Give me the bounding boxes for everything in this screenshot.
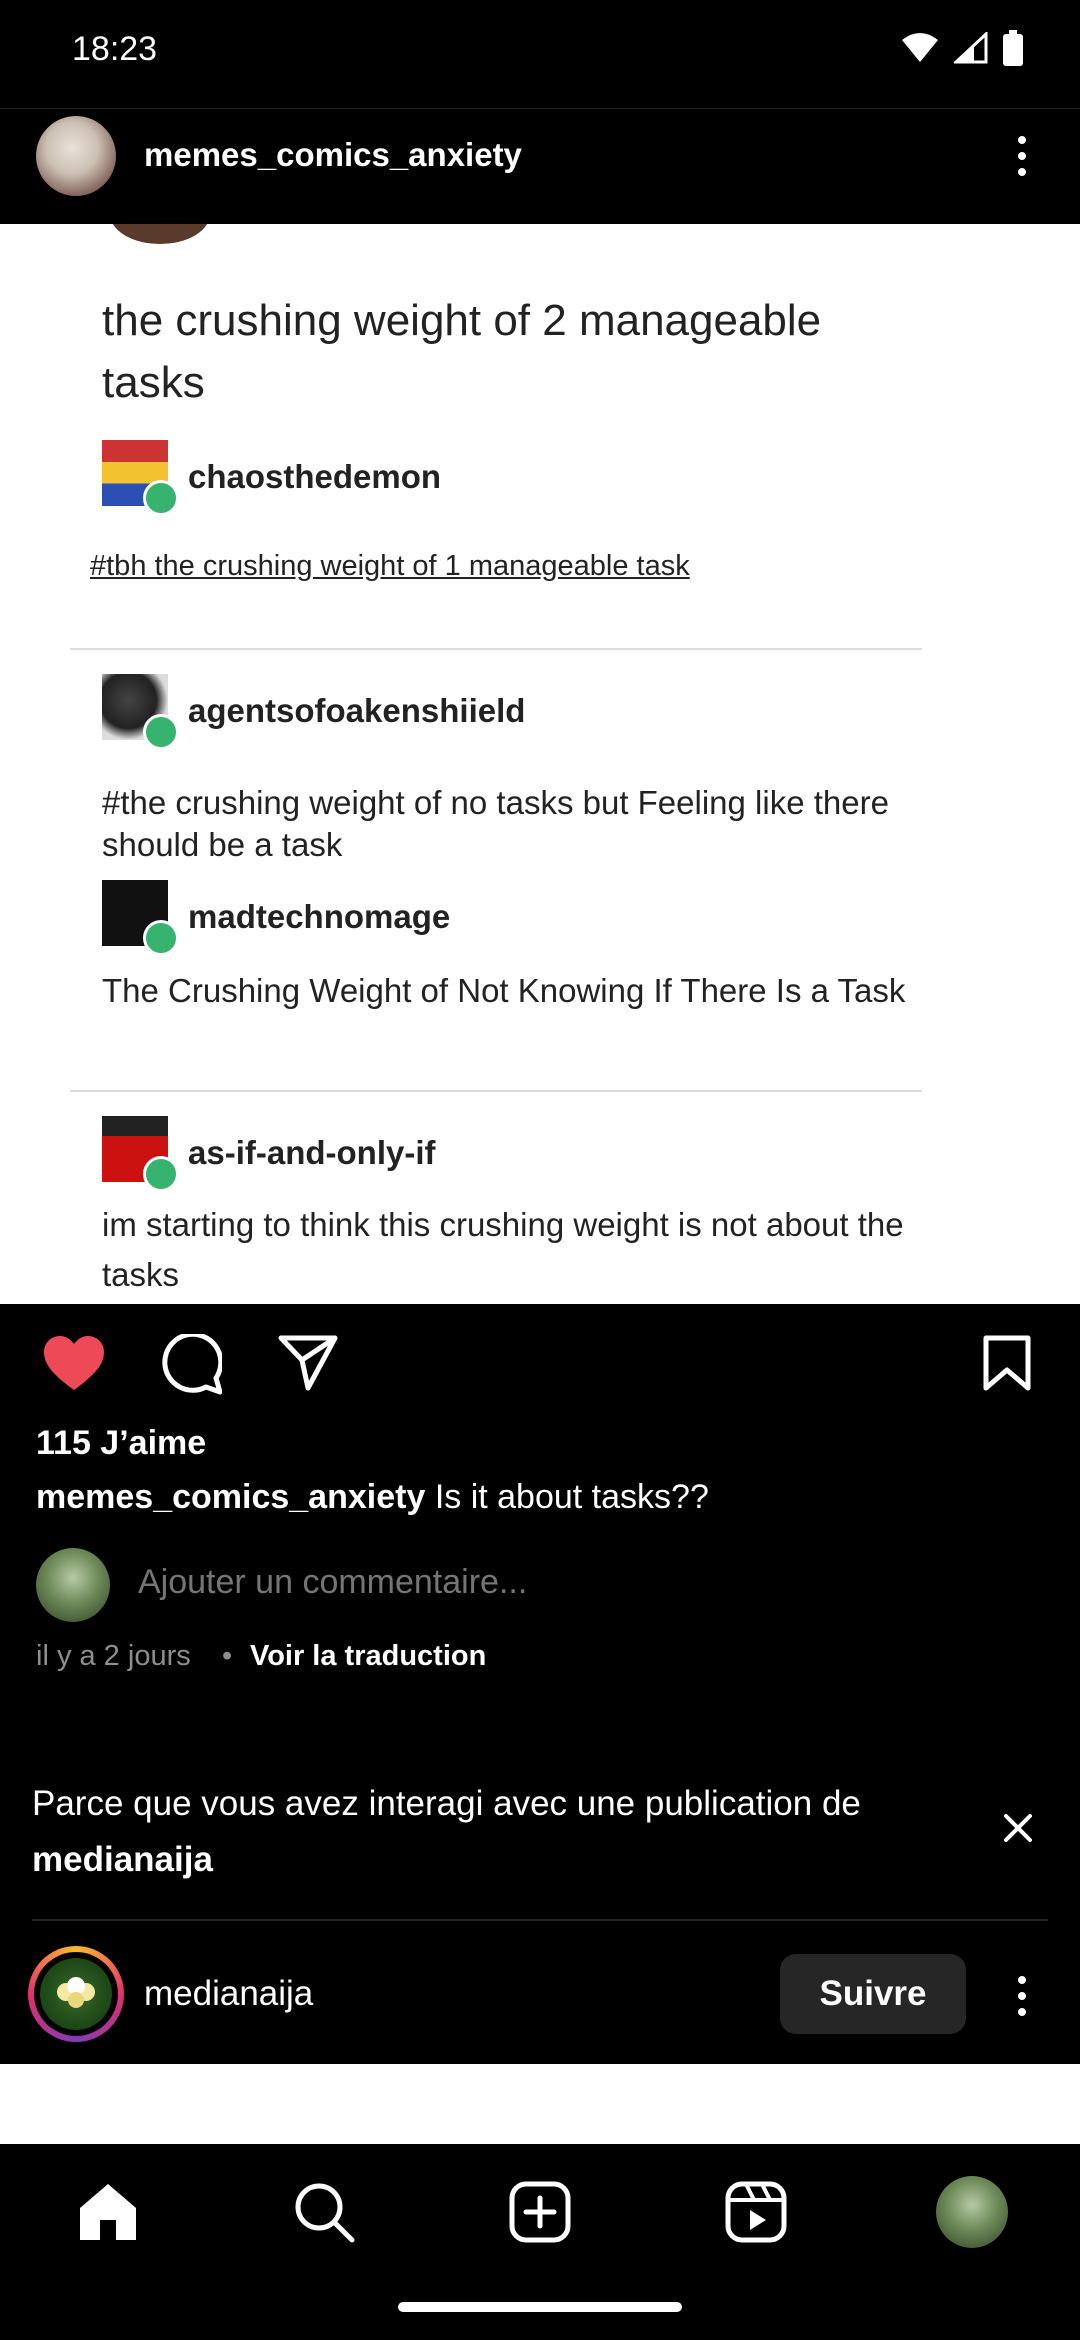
likes-count[interactable]: 115 J’aime xyxy=(36,1424,206,1463)
next-post-preview xyxy=(0,2064,1080,2144)
logo-icon xyxy=(57,1977,95,2008)
heart-icon[interactable] xyxy=(42,1334,106,1392)
reblog-username: madtechnomage xyxy=(188,898,451,935)
comment-icon[interactable] xyxy=(160,1334,222,1396)
suggested-username[interactable]: medianaija xyxy=(144,1974,313,2014)
reblog-text: #the crushing weight of no tasks but Fee… xyxy=(102,784,889,863)
gesture-handle[interactable] xyxy=(398,2302,682,2312)
see-translation-link[interactable]: Voir la traduction xyxy=(250,1640,486,1673)
divider xyxy=(70,1090,922,1092)
signal-icon xyxy=(954,32,988,64)
top-avatar-fragment xyxy=(110,224,210,244)
reblog-username: chaosthedemon xyxy=(188,458,442,495)
divider xyxy=(70,648,922,650)
search-icon[interactable] xyxy=(292,2180,356,2244)
more-options-icon[interactable] xyxy=(1010,132,1034,180)
more-options-icon[interactable] xyxy=(1010,1972,1034,2020)
reblog-badge-icon xyxy=(143,480,179,516)
post-timestamp: il y a 2 jours xyxy=(36,1640,191,1672)
share-icon[interactable] xyxy=(278,1334,338,1392)
suggestion-text: Parce que vous avez interagi avec une pu… xyxy=(32,1784,861,1823)
caption-username[interactable]: memes_comics_anxiety xyxy=(36,1478,425,1516)
reblog-badge-icon xyxy=(143,714,179,750)
close-icon[interactable] xyxy=(998,1808,1038,1848)
follow-button[interactable]: Suivre xyxy=(780,1954,966,2034)
reblog-badge-icon xyxy=(143,920,179,956)
image-title: the crushing weight of 2 manageable task… xyxy=(102,296,822,407)
create-icon[interactable] xyxy=(508,2180,572,2244)
status-icons xyxy=(900,30,1024,66)
avatar[interactable] xyxy=(40,1958,112,2030)
suggestion-reason: Parce que vous avez interagi avec une pu… xyxy=(32,1776,932,1888)
separator-dot: • xyxy=(222,1640,233,1672)
reblog-username: agentsofoakenshiield xyxy=(188,692,526,729)
suggestion-source-user[interactable]: medianaija xyxy=(32,1840,213,1879)
reels-icon[interactable] xyxy=(724,2180,788,2244)
profile-avatar[interactable] xyxy=(936,2176,1008,2248)
reblog-badge-icon xyxy=(143,1156,179,1192)
caption-text: Is it about tasks?? xyxy=(434,1478,709,1516)
current-user-avatar xyxy=(36,1548,110,1622)
battery-icon xyxy=(1003,30,1023,66)
caption: memes_comics_anxiety Is it about tasks?? xyxy=(36,1478,709,1517)
status-time: 18:23 xyxy=(72,30,158,68)
reblog-text: #tbh the crushing weight of 1 manageable… xyxy=(90,550,690,582)
avatar[interactable] xyxy=(36,116,116,196)
bookmark-icon[interactable] xyxy=(982,1334,1032,1392)
comment-input[interactable] xyxy=(136,1562,840,1603)
reblog-text: im starting to think this crushing weigh… xyxy=(102,1206,904,1293)
post-image[interactable]: the crushing weight of 2 manageable task… xyxy=(0,224,1080,1304)
post-username[interactable]: memes_comics_anxiety xyxy=(144,136,522,174)
reblog-username: as-if-and-only-if xyxy=(188,1134,436,1171)
home-icon[interactable] xyxy=(76,2180,140,2244)
wifi-icon xyxy=(902,33,938,62)
reblog-text: The Crushing Weight of Not Knowing If Th… xyxy=(102,972,906,1009)
divider xyxy=(32,1919,1048,1921)
